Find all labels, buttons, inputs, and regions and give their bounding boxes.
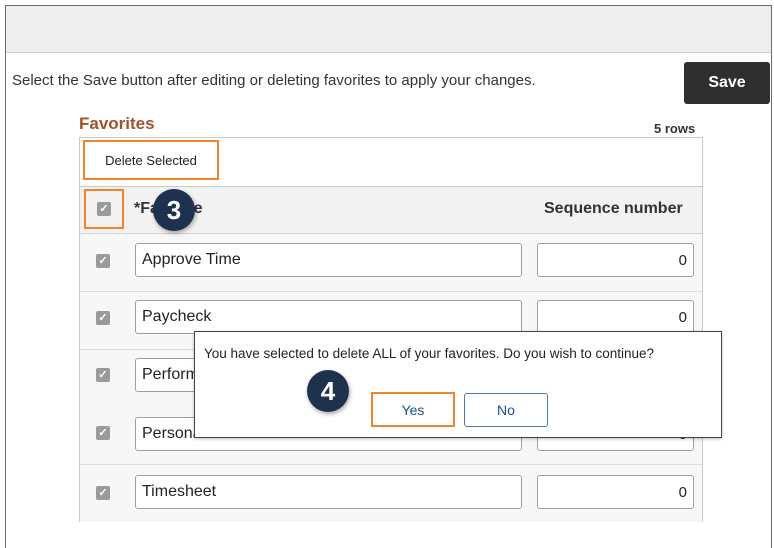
sequence-number-field[interactable] — [537, 300, 694, 334]
favorites-title: Favorites — [79, 114, 155, 133]
save-button[interactable]: Save — [684, 62, 770, 104]
step-4-badge: 4 — [307, 370, 349, 412]
favorite-name-field[interactable] — [135, 243, 522, 277]
row-checkbox[interactable]: ✓ — [96, 311, 110, 325]
rows-count: 5 rows — [654, 121, 696, 136]
favorite-name-field[interactable] — [135, 475, 522, 509]
row-checkbox[interactable]: ✓ — [96, 368, 110, 382]
yes-button[interactable]: Yes — [371, 392, 455, 427]
top-bar — [6, 6, 771, 53]
row-checkbox[interactable]: ✓ — [96, 254, 110, 268]
sequence-number-field[interactable] — [537, 243, 694, 277]
row-checkbox[interactable]: ✓ — [96, 486, 110, 500]
select-all-highlight — [84, 189, 124, 229]
sequence-number-field[interactable] — [537, 475, 694, 509]
step-3-badge: 3 — [153, 189, 195, 231]
delete-selected-button[interactable]: Delete Selected — [83, 140, 219, 180]
favorite-name-field[interactable] — [135, 300, 522, 334]
no-button[interactable]: No — [464, 393, 548, 427]
instruction-text: Select the Save button after editing or … — [12, 72, 536, 89]
dialog-message: You have selected to delete ALL of your … — [204, 346, 655, 361]
row-checkbox[interactable]: ✓ — [96, 426, 110, 440]
header-sequence-number[interactable]: Sequence number — [544, 200, 683, 218]
